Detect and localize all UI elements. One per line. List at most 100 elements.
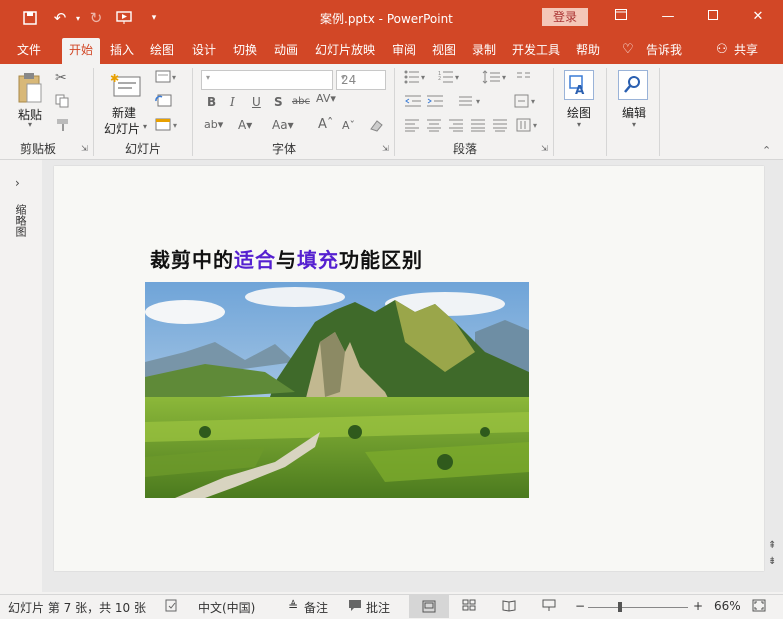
zoom-in-button[interactable]: + [693, 599, 703, 613]
italic-icon[interactable]: I [230, 95, 235, 109]
tab-file[interactable]: 文件 [17, 42, 41, 62]
new-slide-label-top[interactable]: 新建 [112, 104, 136, 121]
spelling-icon[interactable] [165, 599, 179, 615]
drawing-label[interactable]: 绘图 [567, 104, 591, 121]
close-button[interactable]: ✕ [745, 6, 771, 28]
slide-title[interactable]: 裁剪中的适合与填充功能区别 [150, 244, 423, 273]
fit-to-window-icon[interactable] [752, 599, 766, 615]
comments-icon[interactable] [348, 599, 362, 615]
notes-button[interactable]: 备注 [304, 599, 328, 616]
search-icon[interactable] [618, 70, 648, 100]
strikethrough-icon[interactable]: abc [292, 96, 310, 107]
zoom-slider-track[interactable] [588, 607, 688, 608]
columns-icon[interactable] [516, 70, 536, 87]
login-button[interactable]: 登录 [542, 8, 588, 26]
tab-view[interactable]: 视图 [432, 42, 456, 62]
redo-icon[interactable]: ↻ [86, 8, 106, 28]
drawing-dropdown-icon[interactable]: ▾ [577, 120, 581, 129]
new-slide-label[interactable]: 幻灯片 [104, 120, 140, 137]
font-color-icon[interactable]: A▾ [238, 118, 252, 132]
tab-transitions[interactable]: 切换 [233, 42, 257, 62]
smartart-icon[interactable]: ▾ [458, 94, 484, 111]
tab-developer[interactable]: 开发工具 [512, 42, 560, 62]
zoom-slider-thumb[interactable] [618, 602, 622, 612]
distributed-icon[interactable] [492, 118, 508, 135]
share-button[interactable]: 共享 [734, 42, 758, 62]
next-slide-icon[interactable]: ⇟ [768, 556, 776, 567]
clear-format-icon[interactable]: ab▾ [204, 118, 223, 131]
share-user-icon[interactable]: ⚇ [716, 42, 728, 62]
collapse-ribbon-icon[interactable]: ⌃ [762, 144, 771, 157]
language-indicator[interactable]: 中文(中国) [198, 599, 255, 616]
editing-label[interactable]: 编辑 [622, 104, 646, 121]
landscape-image[interactable] [145, 282, 529, 498]
copy-icon[interactable] [55, 94, 71, 111]
paste-icon[interactable] [16, 72, 44, 107]
numbering-icon[interactable]: 1 2 ▾ [438, 70, 462, 87]
new-slide-dropdown-icon[interactable]: ▾ [143, 122, 147, 131]
format-painter-icon[interactable] [55, 118, 71, 135]
eraser-icon[interactable] [368, 118, 384, 135]
tab-design[interactable]: 设计 [192, 42, 216, 62]
new-slide-icon[interactable]: ✱ [110, 72, 142, 101]
line-spacing-icon[interactable]: ▾ [482, 70, 508, 87]
clipboard-launcher-icon[interactable]: ⇲ [81, 144, 88, 153]
font-launcher-icon[interactable]: ⇲ [382, 144, 389, 153]
tell-me-search[interactable]: 告诉我 [646, 42, 682, 62]
lightbulb-icon[interactable]: ♡ [622, 42, 634, 62]
zoom-out-button[interactable]: − [575, 599, 585, 613]
comments-button[interactable]: 批注 [366, 599, 390, 616]
decrease-indent-icon[interactable] [404, 94, 422, 111]
align-left-icon[interactable] [404, 118, 420, 135]
shadow-icon[interactable]: S [274, 95, 283, 109]
tab-insert[interactable]: 插入 [110, 42, 134, 62]
justify-icon[interactable] [470, 118, 486, 135]
paste-dropdown-icon[interactable]: ▾ [28, 120, 32, 129]
save-icon[interactable] [20, 8, 40, 28]
slideshow-icon[interactable] [542, 599, 556, 615]
layout-icon[interactable]: ▾ [155, 70, 179, 87]
font-name-combo[interactable]: ▾ [201, 70, 333, 90]
bold-icon[interactable]: B [207, 95, 216, 109]
undo-dropdown-icon[interactable]: ▾ [68, 8, 88, 28]
increase-indent-icon[interactable] [426, 94, 444, 111]
maximize-button[interactable] [700, 6, 726, 28]
reading-view-icon[interactable] [502, 599, 516, 615]
underline-icon[interactable]: U [252, 95, 261, 109]
bullets-icon[interactable]: ▾ [404, 70, 428, 87]
reset-icon[interactable] [155, 94, 173, 111]
editing-dropdown-icon[interactable]: ▾ [632, 120, 636, 129]
text-direction-icon[interactable]: ▾ [516, 118, 542, 135]
character-spacing-icon[interactable]: AV▾ [316, 92, 336, 105]
tab-help[interactable]: 帮助 [576, 42, 600, 62]
align-right-icon[interactable] [448, 118, 464, 135]
tab-animations[interactable]: 动画 [274, 42, 298, 62]
ribbon-display-icon[interactable] [608, 6, 634, 28]
change-case-icon[interactable]: Aa▾ [272, 118, 294, 132]
tab-slideshow[interactable]: 幻灯片放映 [315, 42, 375, 62]
minimize-button[interactable]: — [655, 6, 681, 28]
section-icon[interactable]: ▾ [155, 118, 181, 135]
paragraph-launcher-icon[interactable]: ⇲ [541, 144, 548, 153]
thumbnails-label[interactable]: 缩略图 [12, 204, 28, 237]
undo-icon[interactable]: ↶ [50, 8, 70, 28]
align-center-icon[interactable] [426, 118, 442, 135]
drawing-icon[interactable]: A [564, 70, 594, 100]
previous-slide-icon[interactable]: ⇞ [768, 540, 776, 551]
zoom-level[interactable]: 66% [714, 599, 741, 613]
tab-record[interactable]: 录制 [472, 42, 496, 62]
present-icon[interactable] [114, 8, 134, 28]
slide-sorter-icon[interactable] [462, 599, 476, 615]
customize-toolbar-icon[interactable]: ▾ [144, 8, 164, 28]
align-text-icon[interactable]: ▾ [514, 94, 540, 111]
decrease-font-icon[interactable]: Aˇ [342, 119, 355, 132]
tab-draw[interactable]: 绘图 [150, 42, 174, 62]
notes-icon[interactable]: ≜ [288, 599, 298, 613]
increase-font-icon[interactable]: Aˆ [318, 117, 333, 132]
font-size-combo[interactable]: 24 ▾ [336, 70, 386, 90]
cut-icon[interactable]: ✂ [55, 70, 67, 86]
tab-review[interactable]: 审阅 [392, 42, 416, 62]
normal-view-button[interactable] [409, 595, 449, 618]
expand-thumbnails-icon[interactable]: › [15, 176, 20, 190]
tab-home[interactable]: 开始 [62, 38, 101, 64]
